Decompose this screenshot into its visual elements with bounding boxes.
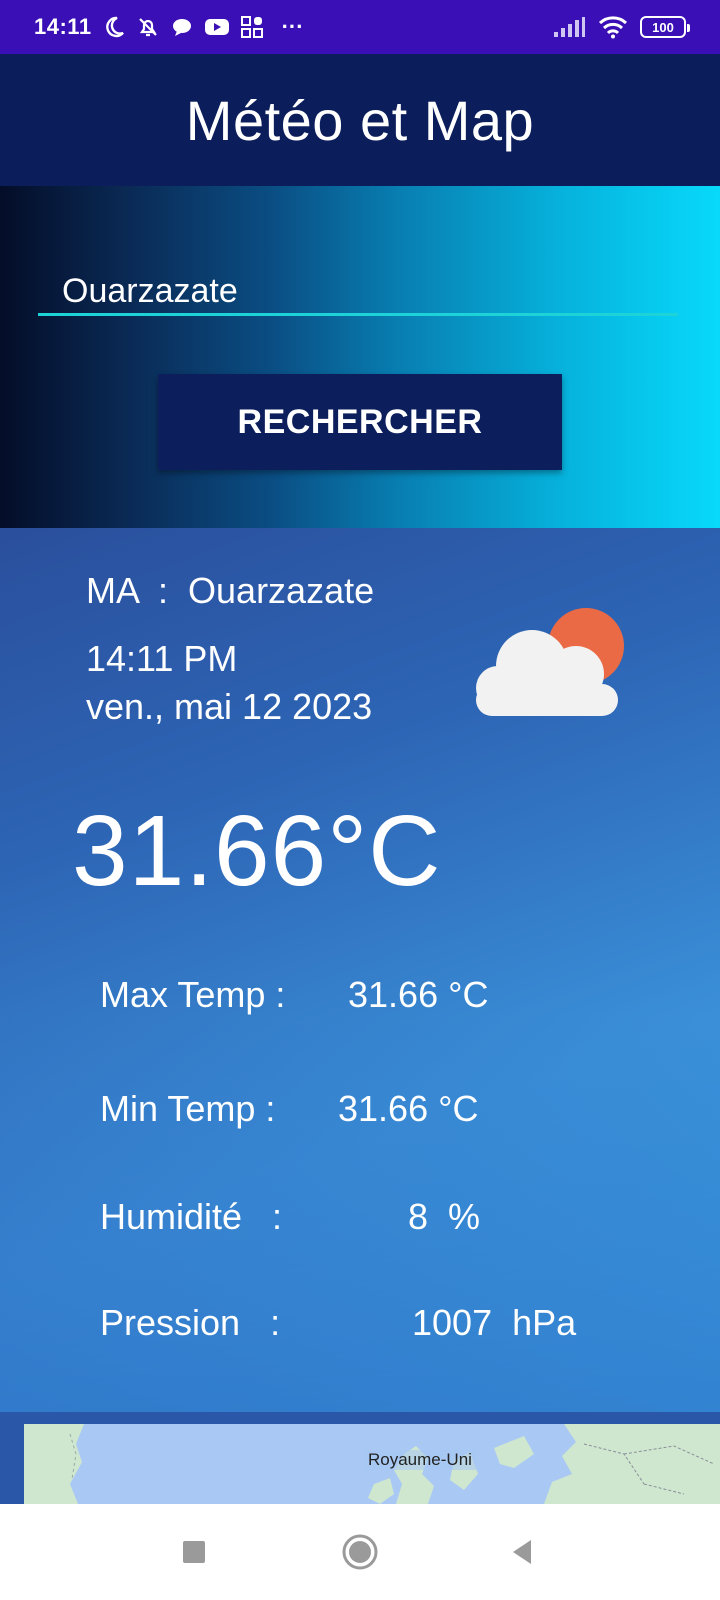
partly-cloudy-icon: [476, 608, 624, 716]
bell-off-icon: [138, 18, 157, 37]
max-temp-label: Max Temp :: [100, 974, 286, 1015]
pressure-label: Pression :: [100, 1302, 281, 1343]
back-icon: [513, 1540, 531, 1564]
home-button[interactable]: [340, 1532, 380, 1572]
battery-icon: 100: [640, 16, 690, 38]
system-navigation-bar: [0, 1504, 720, 1600]
search-button[interactable]: RECHERCHER: [158, 374, 562, 470]
map-container: Royaume-Uni: [0, 1412, 720, 1504]
system-icons: 100: [552, 15, 690, 39]
youtube-icon: [204, 19, 229, 35]
max-temp-value: 31.66 °C: [348, 974, 489, 1015]
humidity-value: 8 %: [408, 1196, 481, 1237]
notification-icons: ···: [102, 14, 304, 40]
local-time: 14:11 PM: [86, 638, 238, 679]
map-country-label: Royaume-Uni: [364, 1450, 476, 1470]
wifi-icon: [598, 16, 628, 39]
chat-bubble-icon: [172, 19, 191, 36]
map-view[interactable]: Royaume-Uni: [24, 1424, 720, 1504]
humidity-label: Humidité :: [100, 1196, 283, 1237]
location-label: MA : Ouarzazate: [86, 570, 375, 611]
back-button[interactable]: [502, 1532, 542, 1572]
local-date: ven., mai 12 2023: [86, 686, 373, 727]
recents-button[interactable]: [174, 1532, 214, 1572]
home-icon: [342, 1534, 378, 1570]
weather-panel: MA : Ouarzazate 14:11 PM ven., mai 12 20…: [0, 528, 720, 1412]
more-notifications-icon: ···: [281, 14, 304, 39]
app-title: Météo et Map: [185, 88, 535, 152]
pressure-value: 1007 hPa: [412, 1302, 577, 1343]
current-temperature: 31.66°C: [72, 795, 442, 907]
min-temp-value: 31.66 °C: [338, 1088, 479, 1129]
grid-icon: [240, 16, 263, 38]
signal-icon: [554, 17, 585, 37]
recents-icon: [183, 1541, 205, 1563]
min-temp-label: Min Temp :: [100, 1088, 276, 1129]
status-time: 14:11: [34, 14, 92, 39]
moon-icon: [105, 16, 124, 38]
app-bar: Météo et Map: [0, 54, 720, 186]
search-section: RECHERCHER: [0, 186, 720, 528]
status-bar: 14:11 ··· 100: [0, 0, 720, 54]
city-search-input[interactable]: [38, 270, 678, 316]
battery-level: 100: [652, 19, 674, 35]
